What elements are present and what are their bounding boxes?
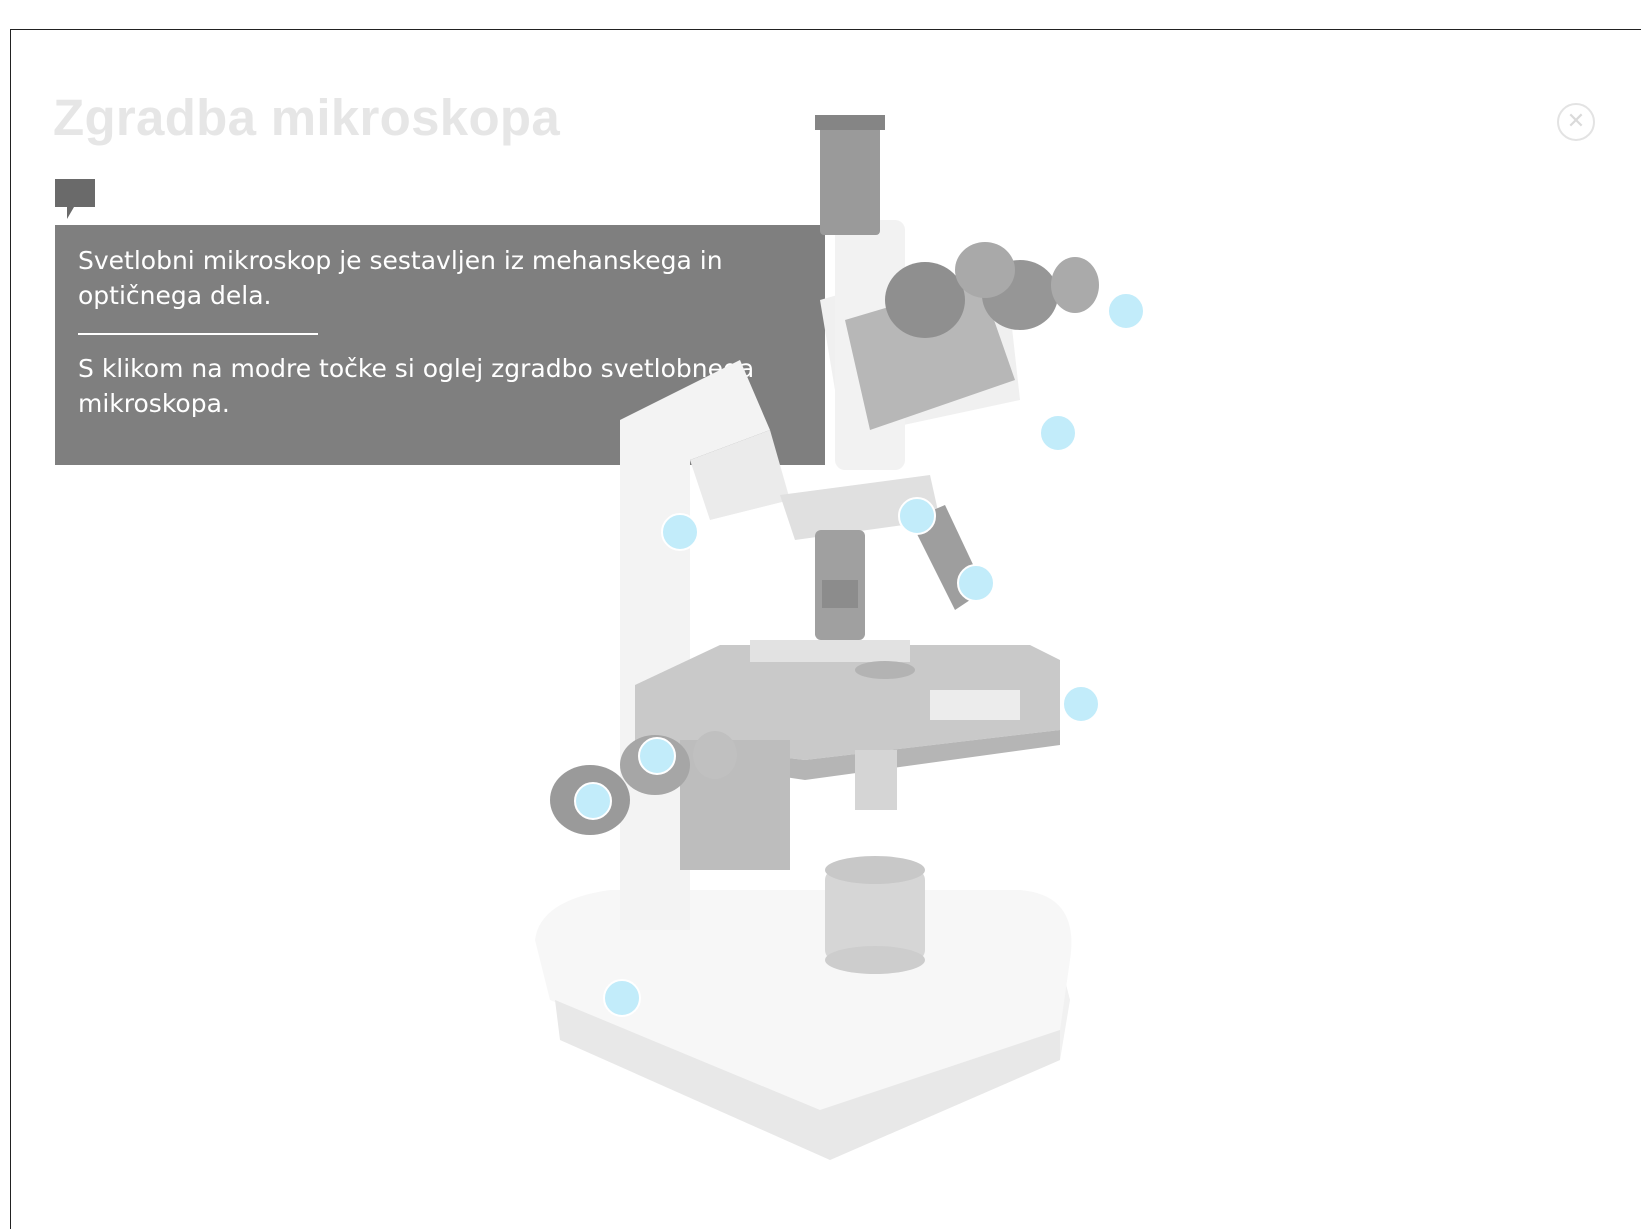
hotspot-arm[interactable] xyxy=(661,513,699,551)
close-button[interactable]: ✕ xyxy=(1557,103,1595,141)
hotspot-head[interactable] xyxy=(1039,414,1077,452)
hotspot-coarse-focus[interactable] xyxy=(638,737,676,775)
hotspot-stage[interactable] xyxy=(1062,685,1100,723)
hotspot-nosepiece[interactable] xyxy=(898,497,936,535)
close-icon: ✕ xyxy=(1566,109,1586,134)
hotspot-base[interactable] xyxy=(603,979,641,1017)
info-divider xyxy=(78,333,318,335)
microscope-image xyxy=(535,115,1099,1160)
hotspot-fine-focus[interactable] xyxy=(574,782,612,820)
hotspot-objective[interactable] xyxy=(957,564,995,602)
speech-bubble-icon[interactable] xyxy=(55,179,95,219)
hotspot-eyepiece[interactable] xyxy=(1107,292,1145,330)
